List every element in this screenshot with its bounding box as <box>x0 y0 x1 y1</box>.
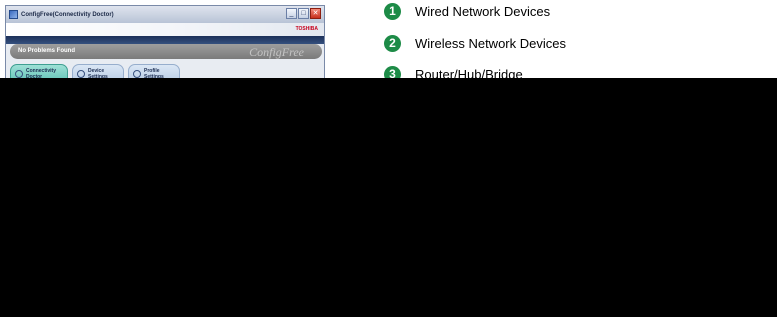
title-bar[interactable]: ConfigFree(Connectivity Doctor) _ □ ✕ <box>6 6 324 23</box>
stethoscope-icon <box>15 70 23 78</box>
legend-item-wired: 1 Wired Network Devices <box>384 3 550 20</box>
maximize-button[interactable]: □ <box>298 8 309 19</box>
number-2-icon: 2 <box>384 35 401 52</box>
product-logo: ConfigFree <box>249 45 304 59</box>
legend-item-wireless: 2 Wireless Network Devices <box>384 35 566 52</box>
status-bar: No Problems Found ConfigFree <box>10 44 322 59</box>
number-1-icon: 1 <box>384 3 401 20</box>
obscured-region <box>0 78 777 317</box>
brand-strip: TOSHIBA <box>6 23 324 36</box>
header-band <box>6 36 324 44</box>
brand-logo: TOSHIBA <box>295 26 318 32</box>
close-button[interactable]: ✕ <box>310 8 321 19</box>
window-controls: _ □ ✕ <box>286 8 321 19</box>
status-message: No Problems Found <box>18 48 75 54</box>
minimize-button[interactable]: _ <box>286 8 297 19</box>
legend-label: Wireless Network Devices <box>415 36 566 51</box>
window-title: ConfigFree(Connectivity Doctor) <box>21 11 114 18</box>
legend-label: Wired Network Devices <box>415 4 551 19</box>
app-icon <box>9 10 18 19</box>
device-icon <box>77 70 85 78</box>
profile-icon <box>133 70 141 78</box>
